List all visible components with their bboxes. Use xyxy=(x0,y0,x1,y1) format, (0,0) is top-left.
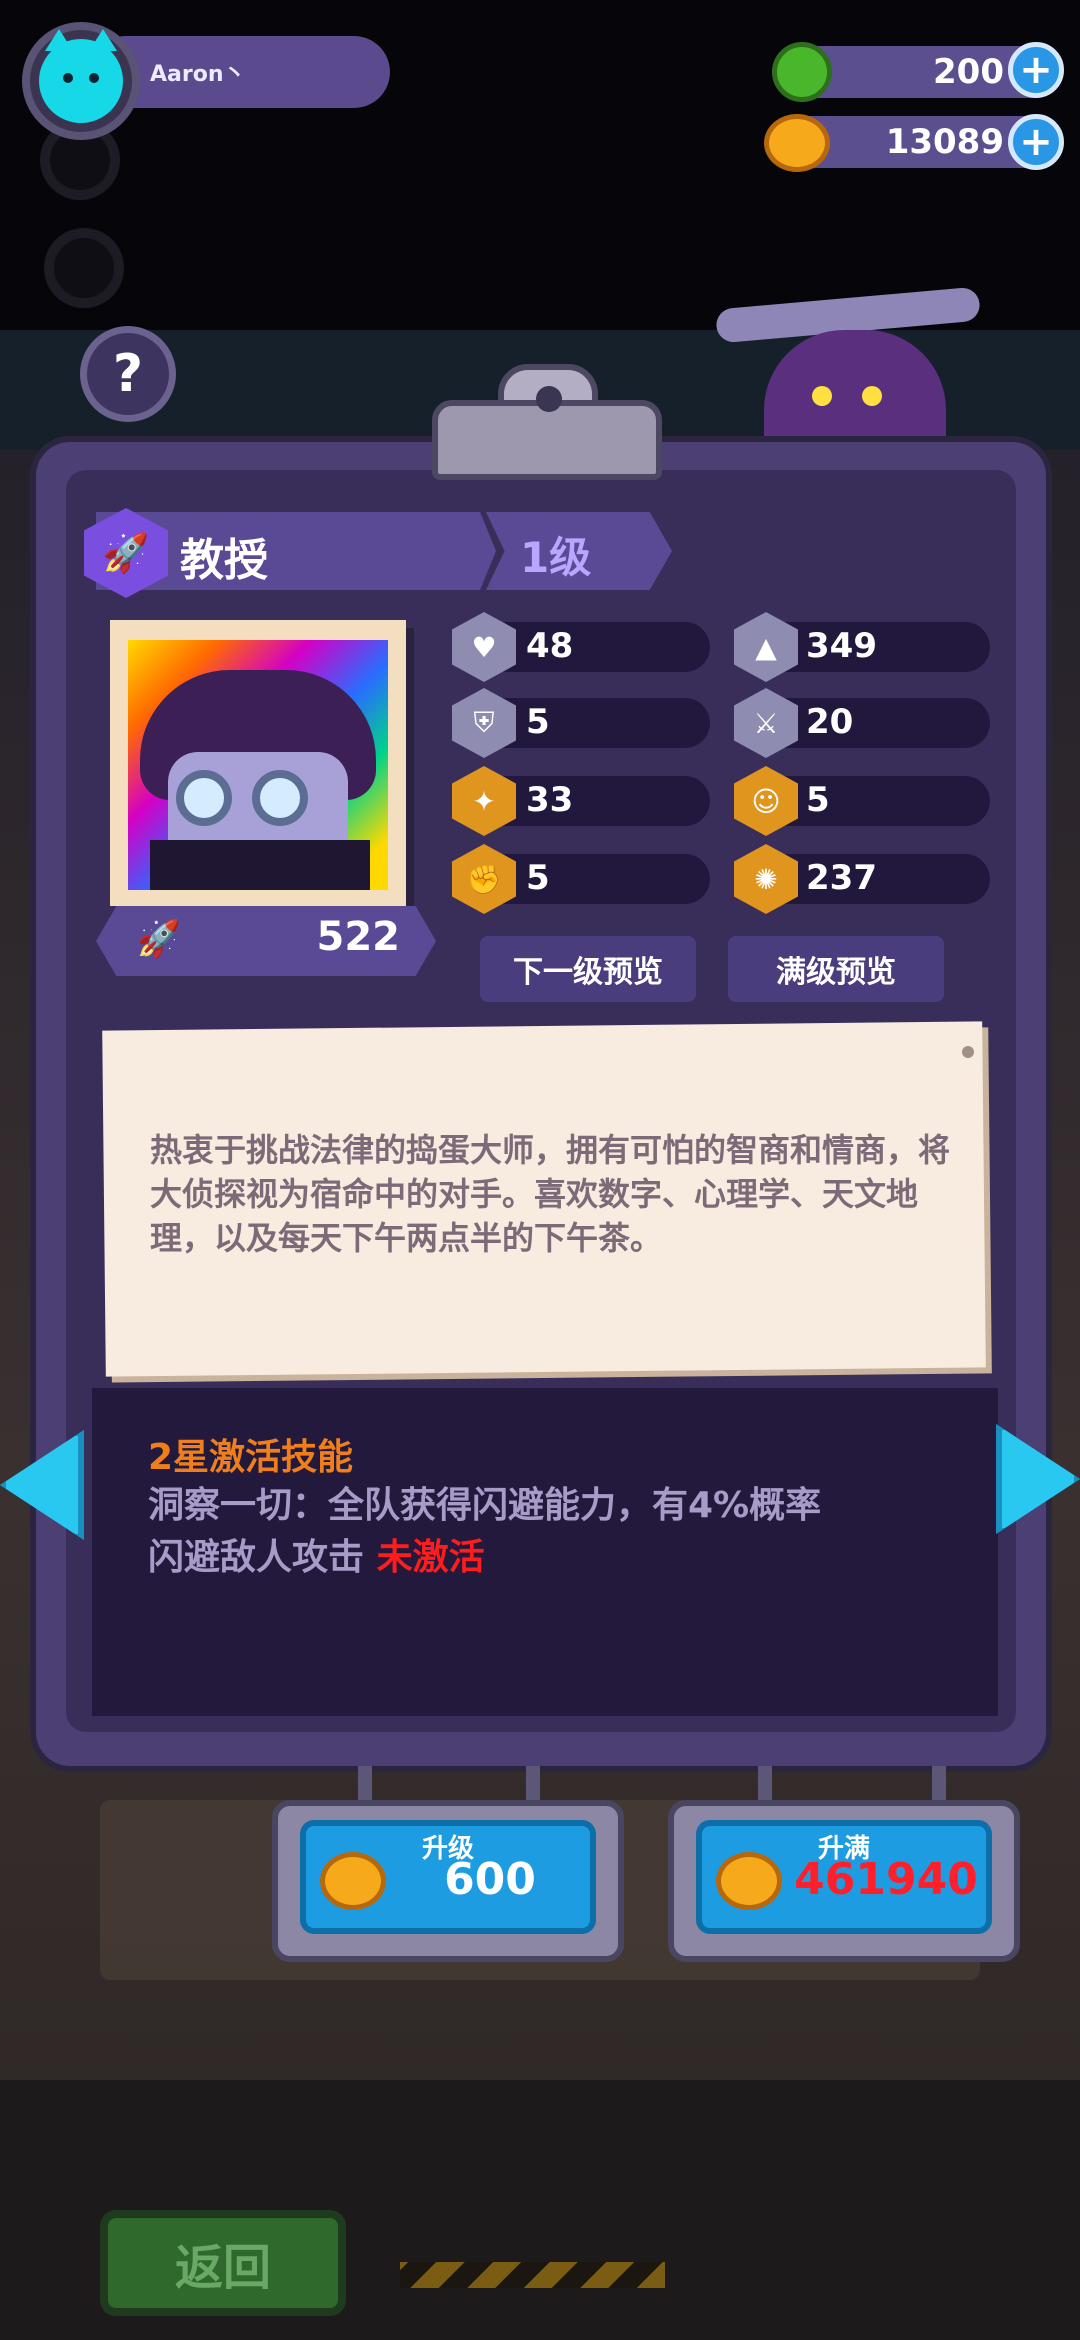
stat-attack: 349 xyxy=(806,626,877,666)
character-description: 热衷于挑战法律的捣蛋大师，拥有可怕的智商和情商，将大侦探视为宿命中的对手。喜欢数… xyxy=(150,1131,951,1257)
avatar[interactable] xyxy=(22,22,140,140)
character-level: 1级 xyxy=(520,533,592,582)
avatar-eye xyxy=(89,73,99,83)
cat-avatar-icon xyxy=(39,29,123,123)
stat-a: 33 xyxy=(526,780,574,820)
next-level-preview-button[interactable]: 下一级预览 xyxy=(480,936,696,1002)
hazard-stripe xyxy=(400,2262,665,2288)
coin-icon xyxy=(716,1852,782,1910)
skill-status: 未激活 xyxy=(376,1537,485,1578)
help-button[interactable]: ? xyxy=(80,326,176,422)
coin-count: 13089 xyxy=(885,122,1004,162)
stat-c: 5 xyxy=(526,858,550,898)
power-value: 522 xyxy=(316,914,401,960)
skill-description: 洞察一切：全队获得闪避能力，有4%概率闪避敌人攻击 未激活 xyxy=(148,1480,848,1584)
character-title: 教授 xyxy=(180,535,268,586)
upgrade-cost: 600 xyxy=(444,1854,536,1905)
gem-count: 200 xyxy=(933,52,1004,92)
stat-b: 5 xyxy=(806,780,830,820)
gear-icon xyxy=(44,228,124,308)
monster-eye xyxy=(862,386,882,406)
skill-title: 2星激活技能 xyxy=(148,1437,354,1478)
avatar-eye xyxy=(63,73,73,83)
player-name: Aaron丶 xyxy=(150,62,246,87)
clipboard-clip-hole xyxy=(536,386,562,412)
rocket-icon: 🚀 xyxy=(136,919,181,960)
goggle-icon xyxy=(176,770,232,826)
character-body xyxy=(150,840,370,890)
max-upgrade-cost: 461940 xyxy=(794,1854,978,1905)
stat-defense: 5 xyxy=(526,702,550,742)
goggle-icon xyxy=(252,770,308,826)
stat-hp: 48 xyxy=(526,626,574,666)
back-button[interactable]: 返回 xyxy=(100,2210,346,2316)
stat-d: 237 xyxy=(806,858,877,898)
clipboard-clip xyxy=(432,400,662,480)
add-gems-button[interactable]: + xyxy=(1008,42,1064,98)
pin-icon xyxy=(962,1046,974,1058)
stat-speed: 20 xyxy=(806,702,854,742)
add-coins-button[interactable]: + xyxy=(1008,114,1064,170)
max-level-preview-button[interactable]: 满级预览 xyxy=(728,936,944,1002)
monster-eye xyxy=(812,386,832,406)
coin-icon xyxy=(320,1852,386,1910)
